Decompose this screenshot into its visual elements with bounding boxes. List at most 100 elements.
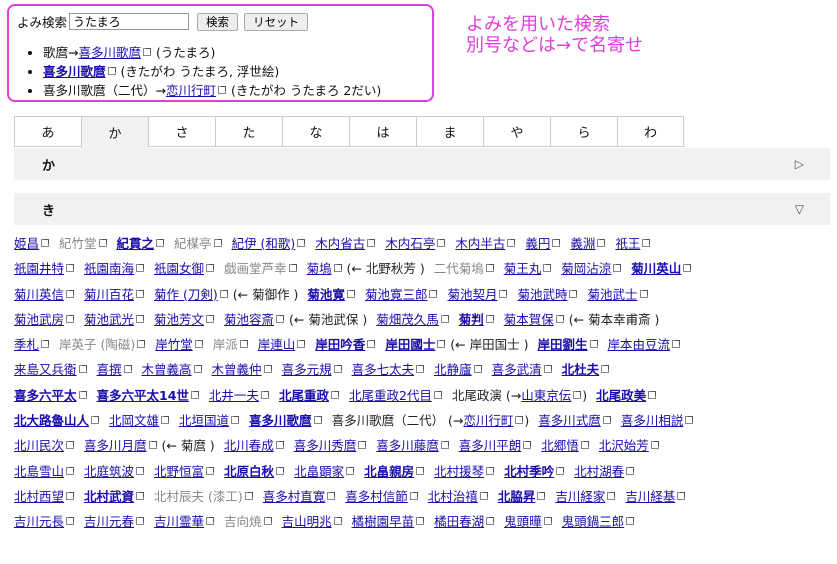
entry-link[interactable]: 祇園南海 (84, 261, 134, 276)
entry-link[interactable]: 木内石亭 (385, 236, 435, 251)
entry-link[interactable]: 岸田國士 (385, 337, 435, 352)
entry-link[interactable]: 北村武資 (84, 489, 134, 504)
entry-link[interactable]: 恋川行町 (463, 413, 513, 428)
entry-link[interactable]: 喜多川月麿 (84, 438, 147, 453)
entry-link[interactable]: 祇王 (615, 236, 640, 251)
entry-link[interactable]: 北杜夫 (562, 362, 600, 377)
entry-link[interactable]: 吉川経基 (625, 489, 675, 504)
tab-7[interactable]: や (483, 116, 550, 147)
entry-link[interactable]: 喜多川平朗 (459, 438, 522, 453)
entry-link[interactable]: 吉川元春 (84, 514, 134, 529)
entry-link[interactable]: 岸英子 (陶磁) (59, 337, 135, 352)
entry-link[interactable]: 北村辰夫 (漆工) (154, 489, 243, 504)
entry-link[interactable]: 菊池容斎 (224, 312, 274, 327)
entry-link[interactable]: 北庭筑波 (84, 464, 134, 479)
entry-link[interactable]: 吉川元長 (14, 514, 64, 529)
entry-link[interactable]: 喜多武清 (492, 362, 542, 377)
entry-link[interactable]: 北井一夫 (209, 388, 259, 403)
entry-link[interactable]: 鬼頭曄 (504, 514, 542, 529)
entry-link[interactable]: 北垣国道 (179, 413, 229, 428)
entry-link[interactable]: 菊川百花 (84, 287, 134, 302)
result-link[interactable]: 恋川行町 (166, 83, 216, 98)
entry-link[interactable]: 橘樹園早苗 (352, 514, 415, 529)
entry-link[interactable]: 喜多元規 (282, 362, 332, 377)
entry-link[interactable]: 祇園井特 (14, 261, 64, 276)
entry-link[interactable]: 北郷悟 (541, 438, 579, 453)
result-link[interactable]: 喜多川歌麿 (78, 45, 141, 60)
entry-link[interactable]: 吉川経家 (555, 489, 605, 504)
entry-link[interactable]: 北島雪山 (14, 464, 64, 479)
entry-link[interactable]: 紀竹堂 (59, 236, 97, 251)
entry-link[interactable]: 喜多川相説 (621, 413, 684, 428)
entry-link[interactable]: 菊池寛 (307, 287, 345, 302)
entry-link[interactable]: 北村湖春 (574, 464, 624, 479)
entry-link[interactable]: 北岡文雄 (109, 413, 159, 428)
entry-link[interactable]: 菊池契月 (447, 287, 497, 302)
entry-link[interactable]: 吉川霊華 (154, 514, 204, 529)
entry-link[interactable]: 岸田劉生 (537, 337, 587, 352)
entry-link[interactable]: 喜多六平太14世 (97, 388, 189, 403)
entry-link[interactable]: 北村季吟 (504, 464, 554, 479)
entry-link[interactable]: 季札 (14, 337, 39, 352)
entry-link[interactable]: 木曾義高 (142, 362, 192, 377)
entry-link[interactable]: 北村西望 (14, 489, 64, 504)
entry-link[interactable]: 喜撰 (97, 362, 122, 377)
tab-1[interactable]: か (81, 116, 148, 148)
expand-arrow-icon[interactable]: ▷ (795, 157, 804, 171)
tab-6[interactable]: ま (416, 116, 483, 147)
tab-2[interactable]: さ (148, 116, 215, 147)
entry-link[interactable]: 喜多川歌麿 (249, 413, 312, 428)
entry-link[interactable]: 北尾重政2代目 (349, 388, 432, 403)
entry-link[interactable]: 木内省古 (315, 236, 365, 251)
entry-link[interactable]: 北畠顕家 (294, 464, 344, 479)
entry-link[interactable]: 菊塢 (307, 261, 332, 276)
entry-link[interactable]: 菊池武士 (587, 287, 637, 302)
entry-link[interactable]: 二代菊塢 (434, 261, 484, 276)
entry-link[interactable]: 北村援琴 (434, 464, 484, 479)
entry-link[interactable]: 北野恒富 (154, 464, 204, 479)
entry-link[interactable]: 喜多村信節 (345, 489, 408, 504)
entry-link[interactable]: 岸竹堂 (155, 337, 193, 352)
entry-link[interactable]: 菊岡沾涼 (561, 261, 611, 276)
entry-link[interactable]: 戯画堂芦幸 (224, 261, 287, 276)
entry-link[interactable]: 北川民次 (14, 438, 64, 453)
entry-link[interactable]: 義淵 (570, 236, 595, 251)
entry-link[interactable]: 喜多六平太 (14, 388, 77, 403)
entry-link[interactable]: 菊池武光 (84, 312, 134, 327)
entry-link[interactable]: 菊王丸 (504, 261, 542, 276)
entry-link[interactable]: 北川春成 (224, 438, 274, 453)
entry-link[interactable]: 岸田吟香 (315, 337, 365, 352)
entry-link[interactable]: 紀伊 (和歌) (232, 236, 296, 251)
entry-link[interactable]: 北沢始芳 (599, 438, 649, 453)
entry-link[interactable]: 菊判 (459, 312, 484, 327)
entry-link[interactable]: 姫昌 (14, 236, 39, 251)
entry-link[interactable]: 菊本賀保 (504, 312, 554, 327)
entry-link[interactable]: 北尾重政 (279, 388, 329, 403)
entry-link[interactable]: 橘田春湖 (434, 514, 484, 529)
entry-link[interactable]: 北畠親房 (364, 464, 414, 479)
entry-link[interactable]: 鬼頭鍋三郎 (562, 514, 625, 529)
entry-link[interactable]: 菊作 (刀剣) (154, 287, 218, 302)
tab-8[interactable]: ら (550, 116, 617, 147)
entry-link[interactable]: 菊池武時 (517, 287, 567, 302)
entry-link[interactable]: 祇園女御 (154, 261, 204, 276)
entry-link[interactable]: 義円 (525, 236, 550, 251)
tab-5[interactable]: は (349, 116, 416, 147)
entry-link[interactable]: 菊畑茂久馬 (376, 312, 439, 327)
collapse-arrow-icon[interactable]: ▽ (795, 202, 804, 216)
entry-link[interactable]: 吉山明兆 (282, 514, 332, 529)
entry-link[interactable]: 喜多川式麿 (538, 413, 601, 428)
result-link[interactable]: 喜多川歌麿 (43, 64, 106, 79)
entry-link[interactable]: 北原白秋 (224, 464, 274, 479)
entry-link[interactable]: 北脇昇 (498, 489, 536, 504)
entry-link[interactable]: 紀楳亭 (174, 236, 212, 251)
entry-link[interactable]: 菊池芳文 (154, 312, 204, 327)
tab-3[interactable]: た (215, 116, 282, 147)
entry-link[interactable]: 紀貫之 (117, 236, 155, 251)
section-header-ka[interactable]: か ▷ (14, 148, 830, 180)
section-header-ki[interactable]: き ▽ (14, 193, 830, 225)
entry-link[interactable]: 喜多川秀麿 (294, 438, 357, 453)
entry-link[interactable]: 吉向焼 (224, 514, 262, 529)
entry-link[interactable]: 北大路魯山人 (14, 413, 89, 428)
entry-link[interactable]: 北静廬 (434, 362, 472, 377)
